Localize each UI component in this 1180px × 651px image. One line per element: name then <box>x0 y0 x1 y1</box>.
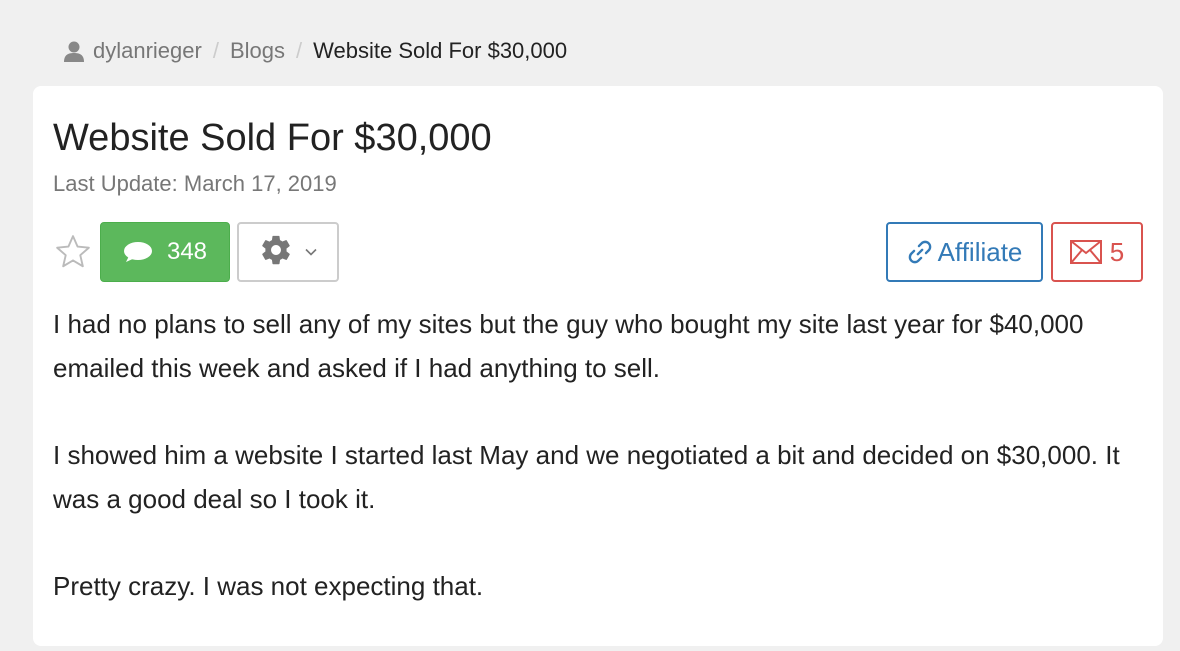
breadcrumb-user-link[interactable]: dylanrieger <box>93 38 202 64</box>
post-paragraph: Pretty crazy. I was not expecting that. <box>53 571 484 601</box>
envelope-icon <box>1069 240 1102 264</box>
last-update-text: Last Update: March 17, 2019 <box>53 171 337 196</box>
post-paragraph: I showed him a website I started last Ma… <box>53 440 1120 514</box>
message-count: 5 <box>1109 236 1125 267</box>
post-actions-right: Affiliate 5 <box>886 222 1143 282</box>
post-card: Website Sold For $30,000 Last Update: Ma… <box>33 86 1163 646</box>
comment-bubble-icon <box>123 241 153 263</box>
favorite-star-button[interactable] <box>53 232 93 272</box>
chevron-down-icon <box>305 248 317 256</box>
comments-button[interactable]: 348 <box>100 222 230 282</box>
affiliate-button[interactable]: Affiliate <box>886 222 1043 282</box>
user-icon <box>63 40 85 62</box>
post-body: I had no plans to sell any of my sites b… <box>53 302 1133 651</box>
settings-dropdown-button[interactable] <box>237 222 339 282</box>
gear-icon <box>259 233 293 272</box>
post-actions-left: 348 <box>53 222 339 282</box>
messages-button[interactable]: 5 <box>1051 222 1143 282</box>
breadcrumb-separator: / <box>212 38 219 63</box>
breadcrumb-current: Website Sold For $30,000 <box>313 38 568 63</box>
breadcrumb-blogs-link[interactable]: Blogs <box>230 38 285 64</box>
breadcrumb-separator: / <box>296 38 303 63</box>
post-paragraph: I had no plans to sell any of my sites b… <box>53 309 1084 383</box>
link-icon <box>907 239 933 265</box>
page-title: Website Sold For $30,000 <box>53 117 492 159</box>
affiliate-label: Affiliate <box>937 236 1023 267</box>
comment-count: 348 <box>166 238 208 265</box>
star-icon <box>56 235 90 268</box>
breadcrumb: dylanrieger / Blogs / Website Sold For $… <box>63 36 567 66</box>
